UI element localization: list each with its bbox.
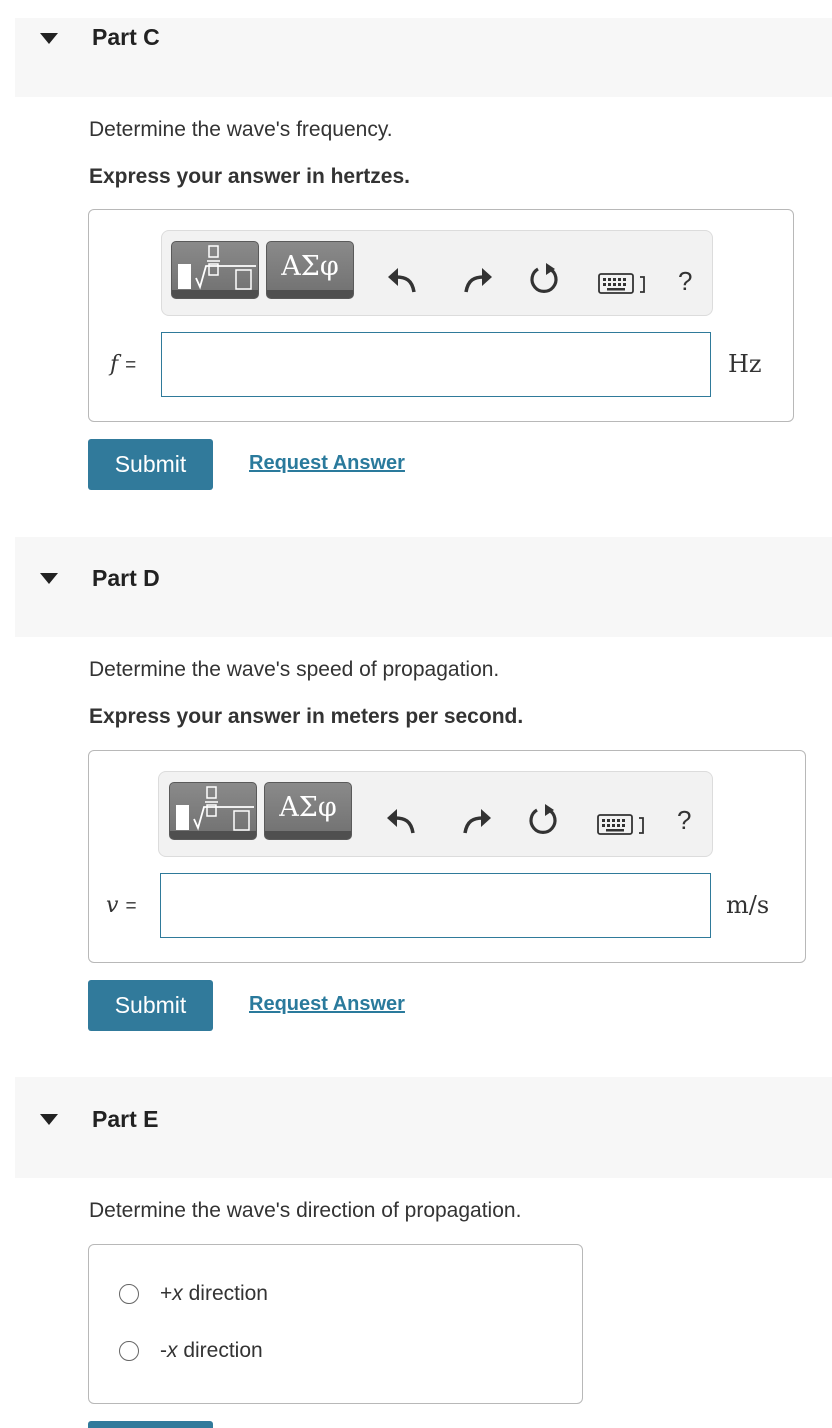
part-c-submit-button[interactable]: Submit [88, 439, 213, 490]
template-button[interactable] [169, 782, 257, 840]
radio-plus-x[interactable] [119, 1284, 139, 1304]
variable-symbol: f [110, 352, 119, 377]
part-c-math-toolbar: ΑΣφ ? [161, 230, 713, 316]
undo-icon[interactable] [386, 262, 422, 298]
equals-sign: = [125, 355, 137, 376]
help-icon[interactable]: ? [678, 266, 692, 297]
part-d-question: Determine the wave's speed of propagatio… [89, 658, 500, 681]
part-e-options-box [88, 1244, 583, 1404]
option-variable: x [167, 1339, 178, 1362]
part-d-answer-input[interactable] [160, 873, 711, 938]
part-d-variable-label: v = [106, 893, 137, 918]
greek-symbols-label: ΑΣφ [281, 251, 339, 282]
part-c-question: Determine the wave's frequency. [89, 118, 393, 141]
greek-symbols-button[interactable]: ΑΣφ [266, 241, 354, 299]
greek-symbols-button[interactable]: ΑΣφ [264, 782, 352, 840]
keyboard-icon[interactable] [597, 814, 647, 836]
expand-caret-icon[interactable] [40, 573, 58, 584]
part-c-unit: Hz [728, 350, 762, 378]
template-button[interactable] [171, 241, 259, 299]
part-d-math-toolbar: ΑΣφ ? [158, 771, 713, 857]
keyboard-icon[interactable] [598, 273, 648, 295]
part-d-title: Part D [92, 565, 160, 591]
expand-caret-icon[interactable] [40, 33, 58, 44]
part-e-question: Determine the wave's direction of propag… [89, 1199, 522, 1222]
part-c-request-answer-link[interactable]: Request Answer [249, 452, 405, 475]
equals-sign: = [125, 896, 137, 917]
template-icon [178, 245, 256, 290]
template-icon [176, 786, 254, 831]
option-minus-x-label[interactable]: -x direction [160, 1339, 263, 1363]
help-icon[interactable]: ? [677, 805, 691, 836]
part-c-instruction: Express your answer in hertzes. [89, 165, 410, 188]
part-d-instruction: Express your answer in meters per second… [89, 705, 524, 728]
greek-symbols-label: ΑΣφ [279, 792, 337, 823]
redo-icon[interactable] [458, 262, 494, 298]
part-d-submit-button[interactable]: Submit [88, 980, 213, 1031]
part-e-submit-button[interactable] [88, 1421, 213, 1428]
undo-icon[interactable] [385, 803, 421, 839]
option-sign: + [160, 1282, 173, 1305]
expand-caret-icon[interactable] [40, 1114, 58, 1125]
option-variable: x [172, 1282, 183, 1305]
option-plus-x-label[interactable]: +x direction [160, 1282, 268, 1306]
part-d-unit: m/s [726, 891, 770, 919]
redo-icon[interactable] [457, 803, 493, 839]
part-e-title: Part E [92, 1106, 159, 1132]
option-text: direction [177, 1339, 263, 1362]
part-c-answer-input[interactable] [161, 332, 711, 397]
radio-minus-x[interactable] [119, 1341, 139, 1361]
reset-icon[interactable] [525, 802, 561, 838]
variable-symbol: v [106, 893, 119, 918]
option-sign: - [160, 1339, 167, 1362]
reset-icon[interactable] [526, 261, 562, 297]
option-text: direction [182, 1282, 268, 1305]
part-c-variable-label: f = [110, 352, 136, 377]
part-c-title: Part C [92, 24, 160, 50]
part-d-request-answer-link[interactable]: Request Answer [249, 993, 405, 1016]
